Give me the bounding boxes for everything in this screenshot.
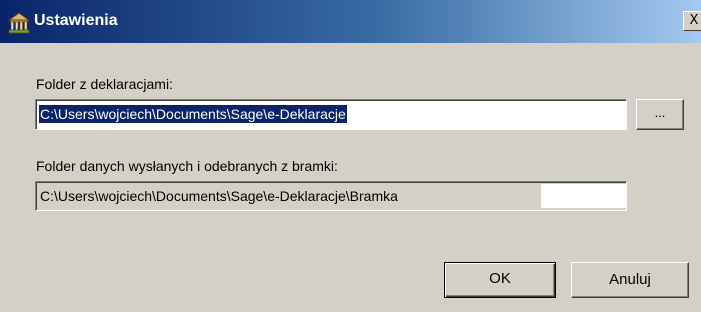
- folder-deklaracje-label: Folder z deklaracjami:: [36, 76, 173, 92]
- settings-app-icon: [8, 12, 30, 34]
- folder-bramka-field[interactable]: C:\Users\wojciech\Documents\Sage\e-Dekla…: [35, 181, 627, 211]
- ok-button[interactable]: OK: [444, 262, 556, 298]
- folder-deklaracje-value: C:\Users\wojciech\Documents\Sage\e-Dekla…: [39, 105, 347, 123]
- close-button[interactable]: X: [683, 11, 701, 31]
- dialog-title: Ustawienia: [34, 12, 118, 29]
- folder-bramka-value: C:\Users\wojciech\Documents\Sage\e-Dekla…: [39, 187, 402, 205]
- folder-deklaracje-input[interactable]: C:\Users\wojciech\Documents\Sage\e-Dekla…: [35, 99, 627, 130]
- settings-dialog: Ustawienia X Folder z deklaracjami: C:\U…: [0, 0, 701, 312]
- folder-bramka-label: Folder danych wysłanych i odebranych z b…: [36, 158, 338, 174]
- title-bar[interactable]: Ustawienia X: [0, 0, 701, 43]
- folder-bramka-field-fill: [541, 184, 626, 208]
- browse-folder-button[interactable]: ...: [636, 99, 684, 130]
- cancel-button[interactable]: Anuluj: [571, 262, 689, 298]
- close-icon: X: [689, 13, 699, 28]
